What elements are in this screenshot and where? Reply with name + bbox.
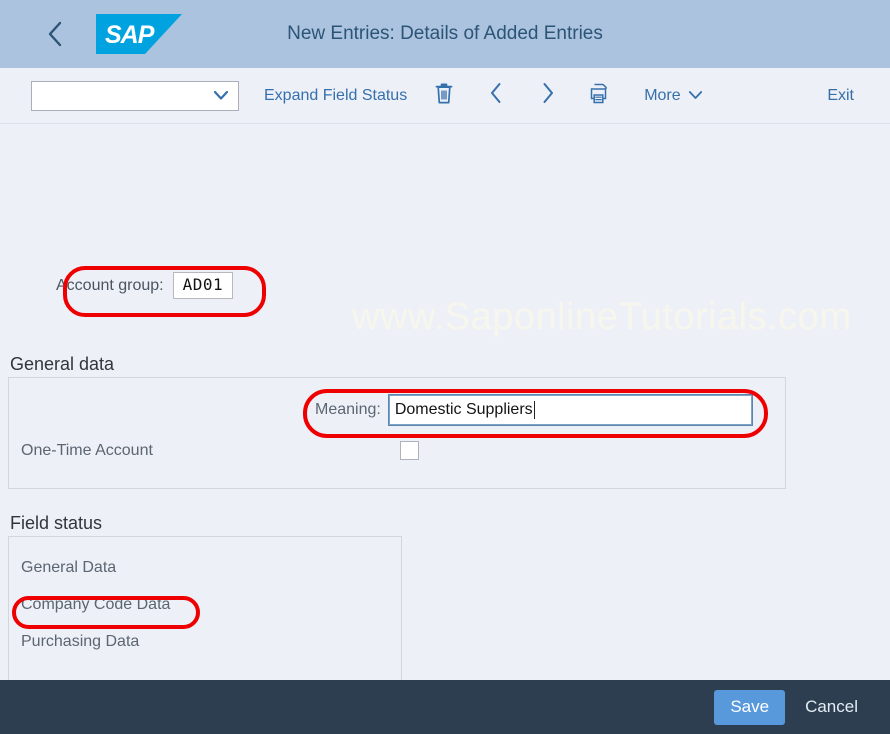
sap-logo[interactable]: SAP [96, 14, 182, 54]
field-status-list: General Data Company Code Data Purchasin… [21, 559, 221, 651]
one-time-account-label: One-Time Account [21, 441, 153, 459]
account-group-field[interactable]: AD01 [172, 272, 234, 300]
chevron-right-icon [541, 82, 555, 109]
field-status-item-company-code-data[interactable]: Company Code Data [21, 596, 221, 614]
variant-select[interactable] [31, 80, 239, 111]
trash-icon [434, 82, 454, 110]
field-status-item-general-data[interactable]: General Data [21, 559, 221, 577]
sap-logo-text: SAP [105, 21, 154, 49]
more-menu-label: More [644, 86, 681, 104]
cancel-button[interactable]: Cancel [791, 690, 872, 725]
next-entry-button[interactable] [533, 81, 563, 111]
watermark: www.SaponlineTutorials.com [352, 296, 852, 338]
delete-button[interactable] [429, 81, 459, 111]
footer-bar: Save Cancel [0, 680, 890, 734]
meaning-label: Meaning: [315, 401, 381, 418]
expand-field-status-button[interactable]: Expand Field Status [264, 87, 407, 105]
save-button[interactable]: Save [714, 689, 786, 725]
field-status-panel: General Data Company Code Data Purchasin… [8, 536, 402, 691]
previous-entry-button[interactable] [481, 81, 511, 111]
one-time-account-checkbox[interactable] [400, 441, 419, 460]
field-status-section-title: Field status [10, 513, 103, 533]
meaning-row: Meaning: Domestic Suppliers [315, 394, 753, 426]
back-button[interactable] [32, 11, 78, 57]
general-data-panel: Meaning: Domestic Suppliers One-Time Acc… [8, 377, 786, 489]
meaning-input-value: Domestic Suppliers [394, 401, 533, 418]
printer-icon [589, 82, 611, 110]
account-group-label: Account group: [56, 276, 164, 294]
toolbar: Expand Field Status More Exit [0, 68, 890, 124]
text-caret [533, 401, 535, 419]
chevron-down-icon [688, 87, 703, 105]
chevron-down-icon [213, 90, 229, 101]
one-time-account-row: One-Time Account [21, 441, 441, 460]
chevron-left-icon [47, 21, 63, 47]
field-status-item-purchasing-data[interactable]: Purchasing Data [21, 633, 221, 651]
print-button[interactable] [585, 81, 615, 111]
app-header: SAP New Entries: Details of Added Entrie… [0, 0, 890, 68]
exit-button[interactable]: Exit [827, 87, 854, 105]
general-data-section-title: General data [10, 354, 115, 374]
account-group-row: Account group: AD01 [56, 272, 234, 300]
chevron-left-icon [489, 82, 503, 109]
more-menu-button[interactable]: More [644, 87, 702, 105]
meaning-input[interactable]: Domestic Suppliers [387, 394, 753, 426]
